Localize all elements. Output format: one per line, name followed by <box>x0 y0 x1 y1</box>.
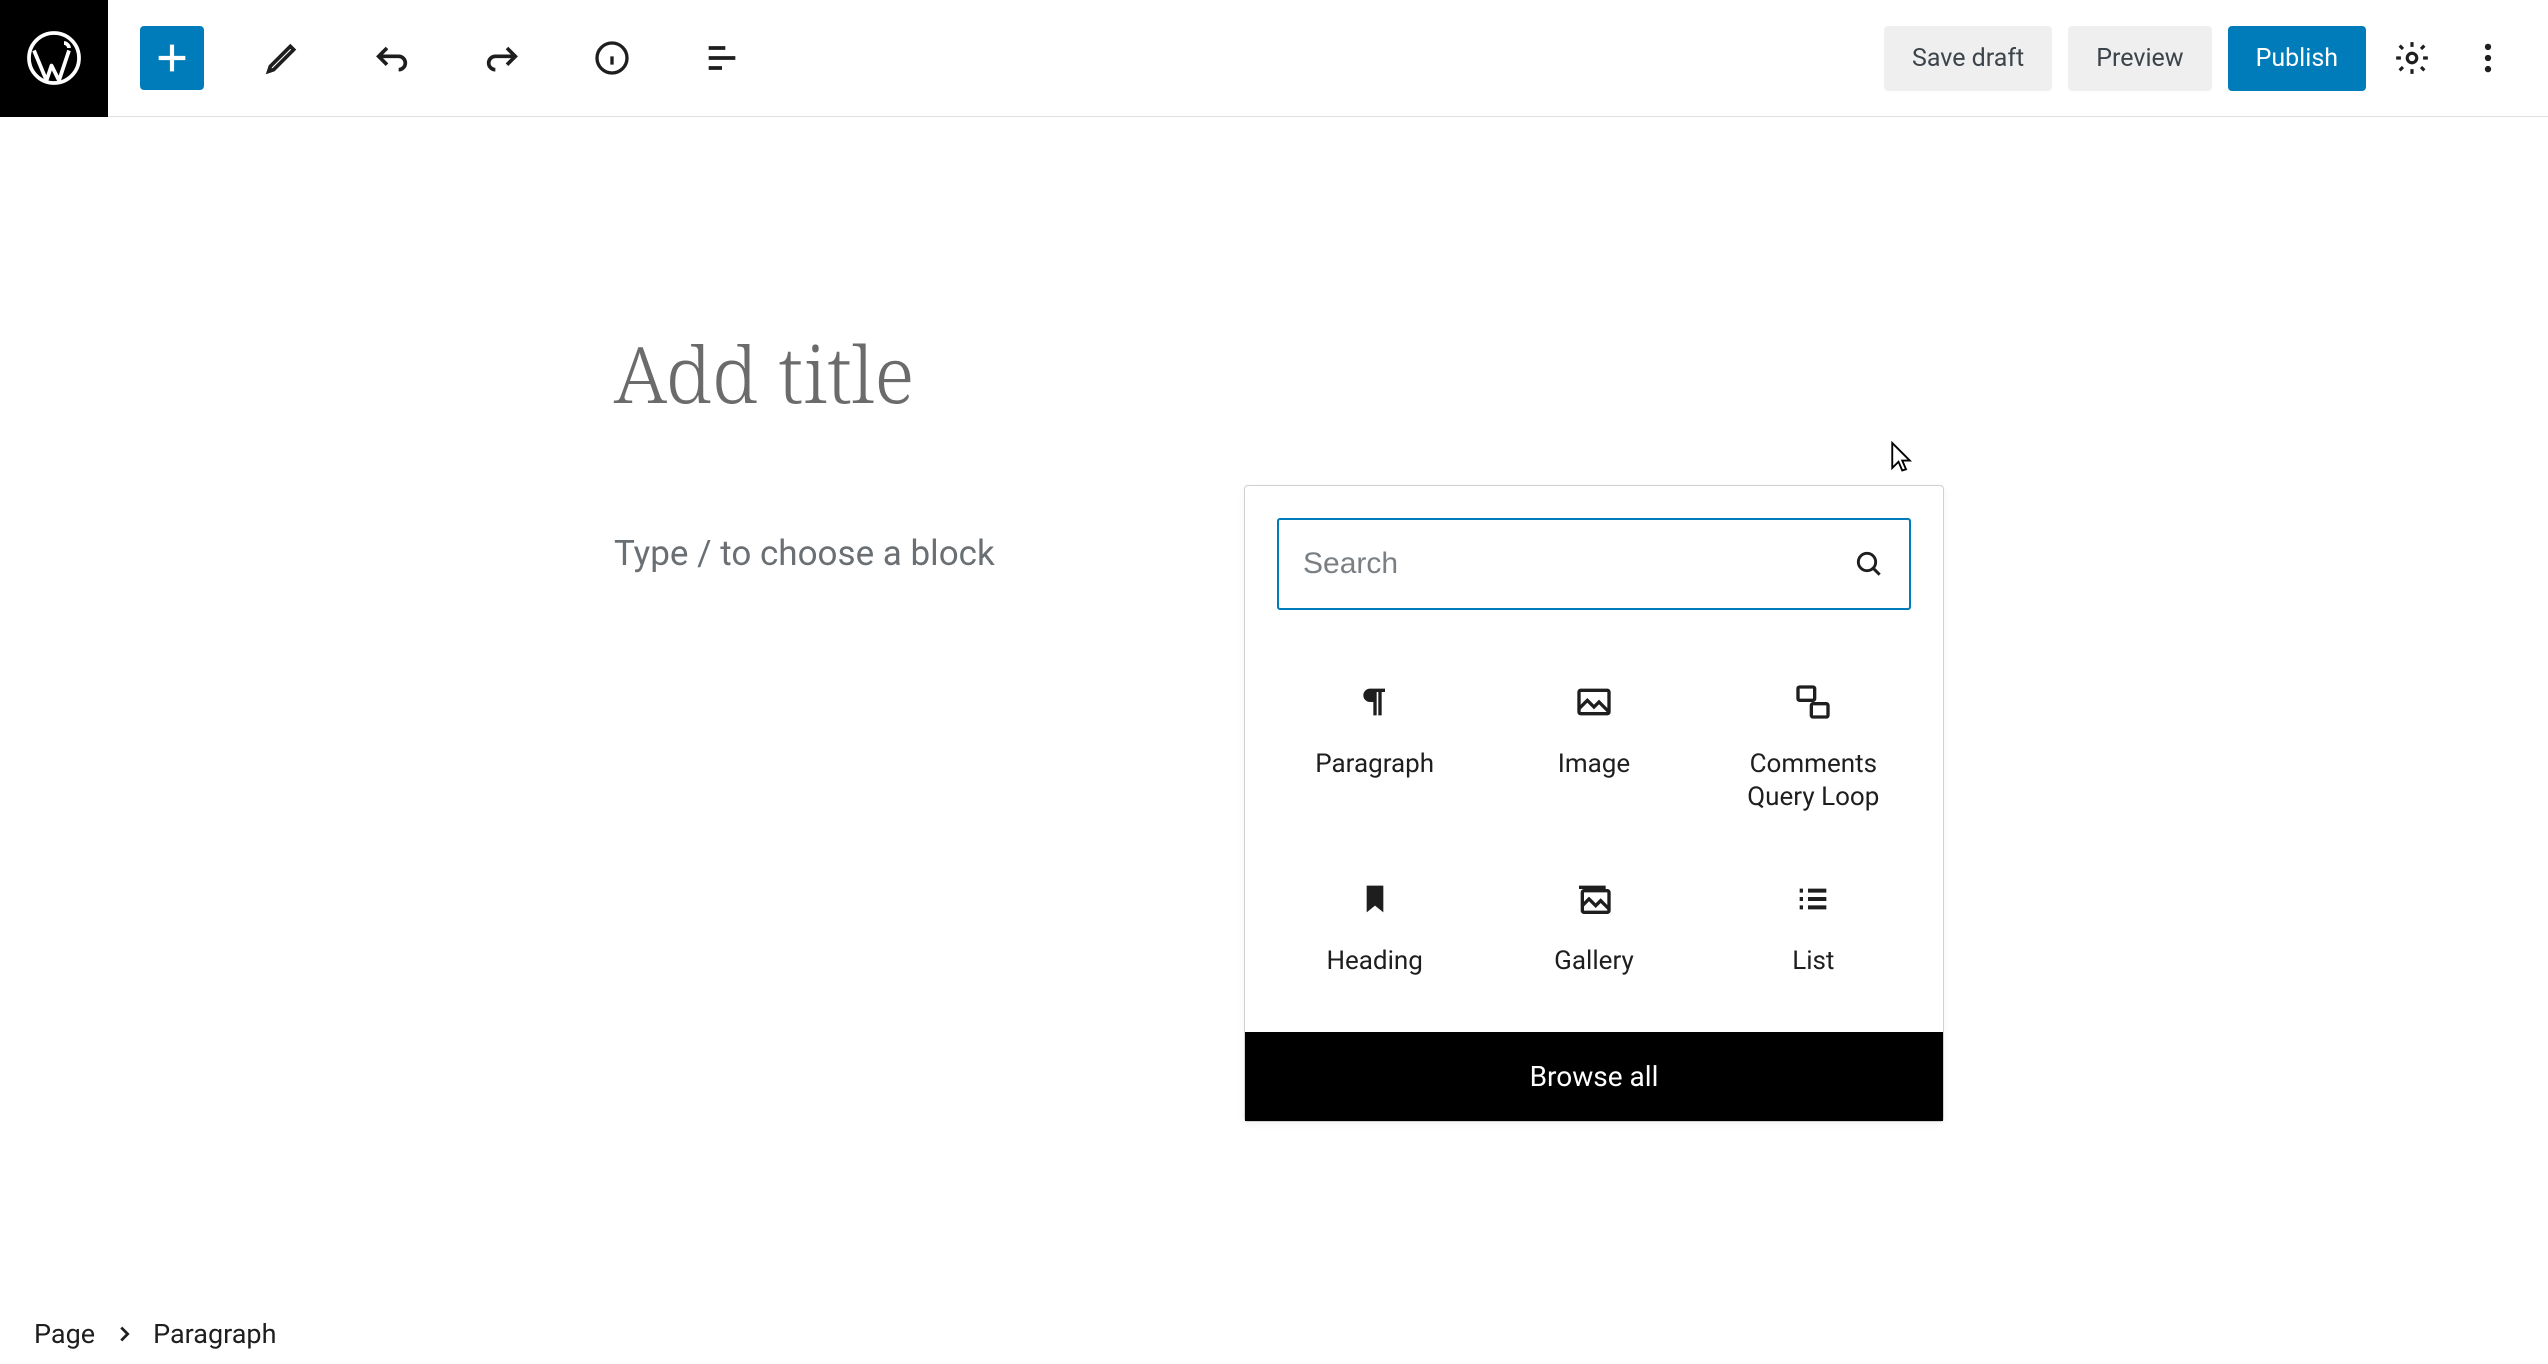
block-type-comments-query-loop[interactable]: CommentsQuery Loop <box>1704 670 1923 825</box>
block-type-heading[interactable]: Heading <box>1265 867 1484 990</box>
breadcrumb-current: Paragraph <box>153 1318 276 1350</box>
post-title-input[interactable]: Add title <box>614 320 914 426</box>
chevron-right-icon <box>113 1323 135 1345</box>
block-type-gallery[interactable]: Gallery <box>1484 867 1703 990</box>
tools-button[interactable] <box>250 26 314 90</box>
undo-button[interactable] <box>360 26 424 90</box>
outline-button[interactable] <box>690 26 754 90</box>
block-type-image[interactable]: Image <box>1484 670 1703 825</box>
list-icon <box>1793 879 1833 919</box>
browse-all-button[interactable]: Browse all <box>1245 1032 1943 1121</box>
block-label: Heading <box>1326 945 1422 978</box>
search-icon <box>1853 548 1885 580</box>
info-icon <box>592 38 632 78</box>
toolbar-left-group <box>108 26 754 90</box>
block-label: Gallery <box>1554 945 1634 978</box>
block-inserter-popover: Paragraph Image CommentsQuery Loop Headi… <box>1244 485 1944 1122</box>
redo-button[interactable] <box>470 26 534 90</box>
gallery-icon <box>1574 879 1614 919</box>
preview-button[interactable]: Preview <box>2068 26 2211 91</box>
options-button[interactable] <box>2458 28 2518 88</box>
wordpress-icon <box>24 28 84 88</box>
toolbar-right-group: Save draft Preview Publish <box>1884 26 2548 91</box>
block-label: Image <box>1558 748 1630 781</box>
settings-button[interactable] <box>2382 28 2442 88</box>
block-label: CommentsQuery Loop <box>1747 748 1879 813</box>
mouse-cursor-overlay <box>1886 440 1916 476</box>
more-vertical-icon <box>2469 39 2507 77</box>
block-type-paragraph[interactable]: Paragraph <box>1265 670 1484 825</box>
comments-query-icon <box>1793 682 1833 722</box>
save-draft-button[interactable]: Save draft <box>1884 26 2052 91</box>
paragraph-icon <box>1355 682 1395 722</box>
block-breadcrumb: Page Paragraph <box>0 1304 276 1364</box>
block-label: List <box>1792 945 1834 978</box>
image-icon <box>1574 682 1614 722</box>
bookmark-icon <box>1355 879 1395 919</box>
gear-icon <box>2393 39 2431 77</box>
details-button[interactable] <box>580 26 644 90</box>
editor-canvas: Add title Type / to choose a block <box>0 117 2548 227</box>
top-toolbar: Save draft Preview Publish <box>0 0 2548 117</box>
redo-icon <box>482 38 522 78</box>
undo-icon <box>372 38 412 78</box>
block-type-list[interactable]: List <box>1704 867 1923 990</box>
inserter-block-grid: Paragraph Image CommentsQuery Loop Headi… <box>1245 642 1943 1032</box>
publish-button[interactable]: Publish <box>2228 26 2366 91</box>
plus-icon <box>152 38 192 78</box>
wordpress-logo[interactable] <box>0 0 108 117</box>
list-view-icon <box>702 38 742 78</box>
block-inserter-toggle[interactable] <box>140 26 204 90</box>
edit-icon <box>262 38 302 78</box>
block-label: Paragraph <box>1315 748 1434 781</box>
paragraph-block-placeholder[interactable]: Type / to choose a block <box>614 533 995 574</box>
inserter-search-wrapper <box>1277 518 1911 610</box>
inserter-search-input[interactable] <box>1303 547 1853 581</box>
breadcrumb-root[interactable]: Page <box>34 1318 95 1350</box>
